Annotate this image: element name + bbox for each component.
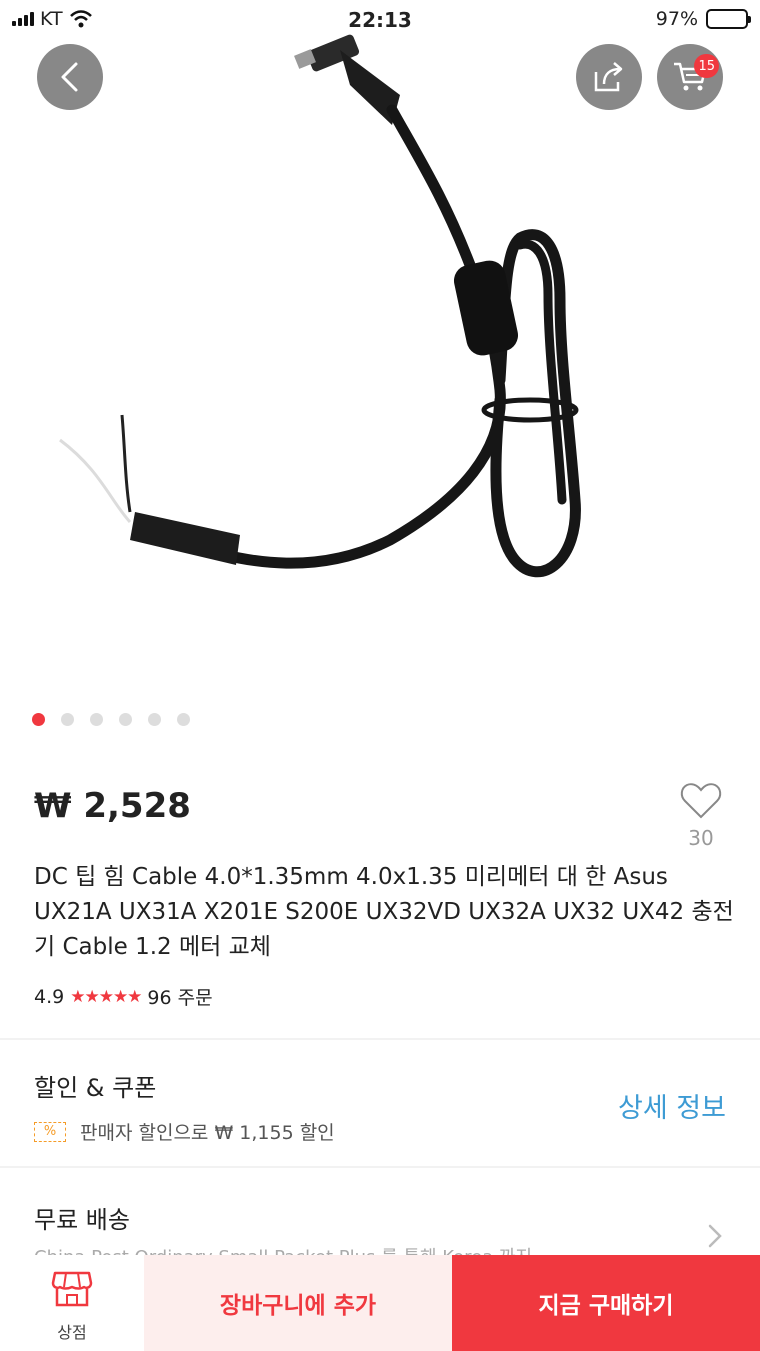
order-count: 96 주문: [147, 987, 213, 1009]
product-image-gallery[interactable]: 15: [0, 0, 760, 760]
chevron-left-icon: [61, 62, 78, 92]
divider: [0, 1038, 760, 1040]
pagination-dot[interactable]: [90, 713, 103, 726]
pagination-dot[interactable]: [148, 713, 161, 726]
discount-section-title: 할인 & 쿠폰: [34, 1074, 157, 1102]
wishlist-button[interactable]: 30: [678, 782, 724, 850]
bottom-action-bar: 상점 장바구니에 추가 지금 구매하기: [0, 1255, 760, 1351]
pagination-dot[interactable]: [61, 713, 74, 726]
seller-discount-text: 판매자 할인으로 ₩ 1,155 할인: [80, 1122, 335, 1144]
store-button[interactable]: 상점: [0, 1255, 144, 1351]
add-to-cart-button[interactable]: 장바구니에 추가: [144, 1255, 452, 1351]
gallery-pagination: [32, 713, 190, 726]
product-title: DC 팁 힘 Cable 4.0*1.35mm 4.0x1.35 미리메터 대 …: [34, 864, 734, 960]
product-price: ₩ 2,528: [34, 786, 191, 826]
discount-percent-icon: %: [34, 1121, 66, 1142]
battery-icon: [706, 9, 751, 29]
divider: [0, 1166, 760, 1168]
pagination-dot[interactable]: [32, 713, 45, 726]
wishlist-count: 30: [688, 826, 714, 850]
rating-value: 4.9: [34, 985, 65, 1008]
pagination-dot[interactable]: [177, 713, 190, 726]
status-bar: KT 22:13 97%: [0, 0, 760, 40]
battery-percent: 97%: [655, 8, 698, 30]
product-rating[interactable]: 4.9 ★★★★★ 96 주문: [34, 983, 213, 1010]
share-icon: [594, 62, 623, 92]
pagination-dot[interactable]: [119, 713, 132, 726]
share-button[interactable]: [576, 44, 642, 110]
back-button[interactable]: [37, 44, 103, 110]
discount-detail-link[interactable]: 상세 정보: [618, 1086, 726, 1125]
rating-stars: ★★★★★: [70, 986, 142, 1007]
store-icon: [51, 1271, 93, 1307]
heart-icon: [680, 783, 722, 819]
cart-button[interactable]: 15: [657, 44, 723, 110]
product-photo: [59, 34, 581, 578]
chevron-right-icon[interactable]: [706, 1222, 724, 1250]
seller-discount-line: % 판매자 할인으로 ₩ 1,155 할인: [34, 1118, 335, 1145]
buy-now-button[interactable]: 지금 구매하기: [452, 1255, 760, 1351]
store-label: 상점: [57, 1323, 87, 1342]
shipping-title[interactable]: 무료 배송: [34, 1200, 130, 1235]
cart-count-badge: 15: [694, 54, 719, 78]
clock: 22:13: [348, 8, 412, 32]
